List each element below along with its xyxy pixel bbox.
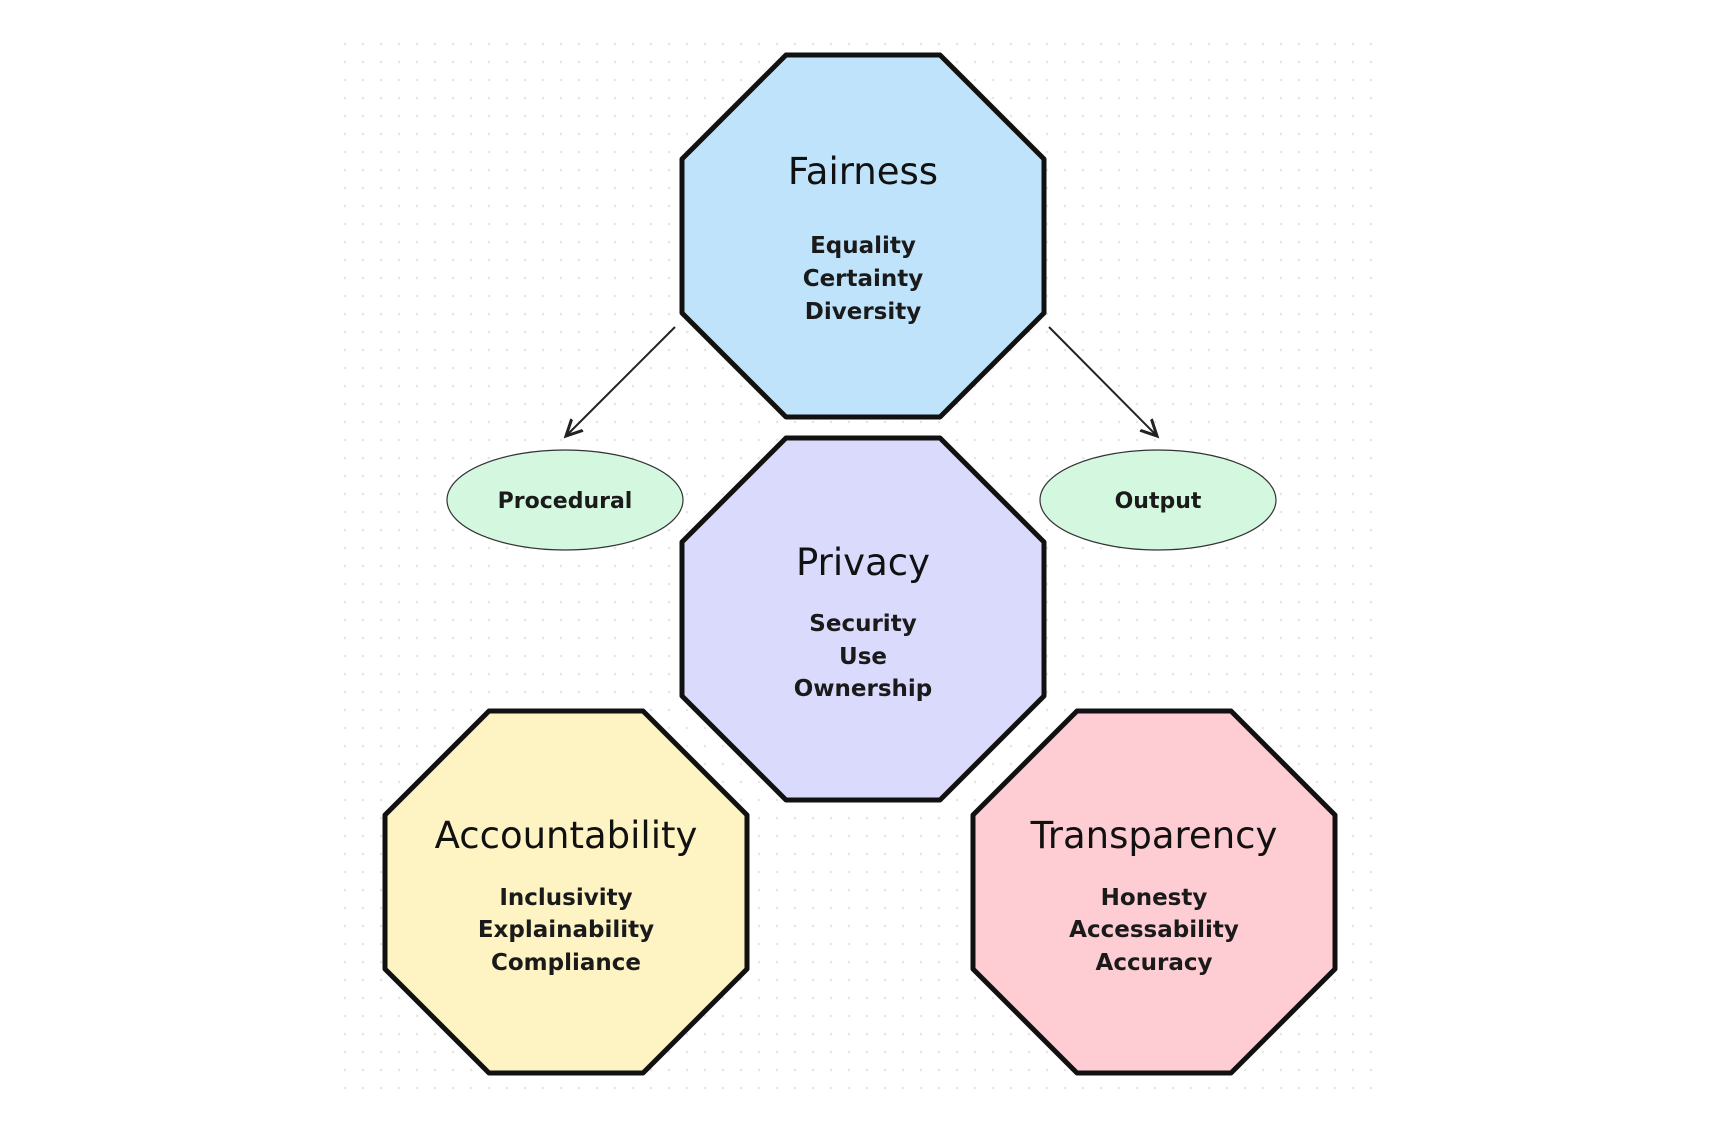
node-item: Certainty	[803, 266, 924, 292]
node-item: Accessability	[1069, 917, 1239, 943]
branch-output[interactable]: Output	[1039, 449, 1277, 551]
node-item: Accuracy	[1096, 950, 1213, 976]
node-privacy[interactable]: Privacy Security Use Ownership	[679, 435, 1047, 803]
node-item: Diversity	[805, 299, 921, 325]
node-item: Compliance	[491, 950, 641, 976]
node-accountability[interactable]: Accountability Inclusivity Explainabilit…	[382, 708, 750, 1076]
node-item: Security	[809, 611, 916, 637]
node-title: Fairness	[788, 150, 938, 193]
diagram-canvas: Fairness Equality Certainty Diversity Pr…	[343, 42, 1377, 1100]
node-item: Ownership	[794, 676, 933, 702]
node-item: Explainability	[478, 917, 654, 943]
node-item: Use	[839, 644, 887, 670]
branch-label: Procedural	[498, 489, 633, 514]
node-transparency[interactable]: Transparency Honesty Accessability Accur…	[970, 708, 1338, 1076]
branch-label: Output	[1115, 489, 1202, 514]
node-fairness[interactable]: Fairness Equality Certainty Diversity	[679, 52, 1047, 420]
node-title: Transparency	[1030, 814, 1278, 857]
branch-procedural[interactable]: Procedural	[446, 449, 684, 551]
node-title: Accountability	[435, 814, 698, 857]
node-title: Privacy	[796, 541, 930, 584]
node-item: Equality	[810, 233, 916, 259]
node-item: Honesty	[1101, 885, 1208, 911]
node-item: Inclusivity	[499, 885, 632, 911]
